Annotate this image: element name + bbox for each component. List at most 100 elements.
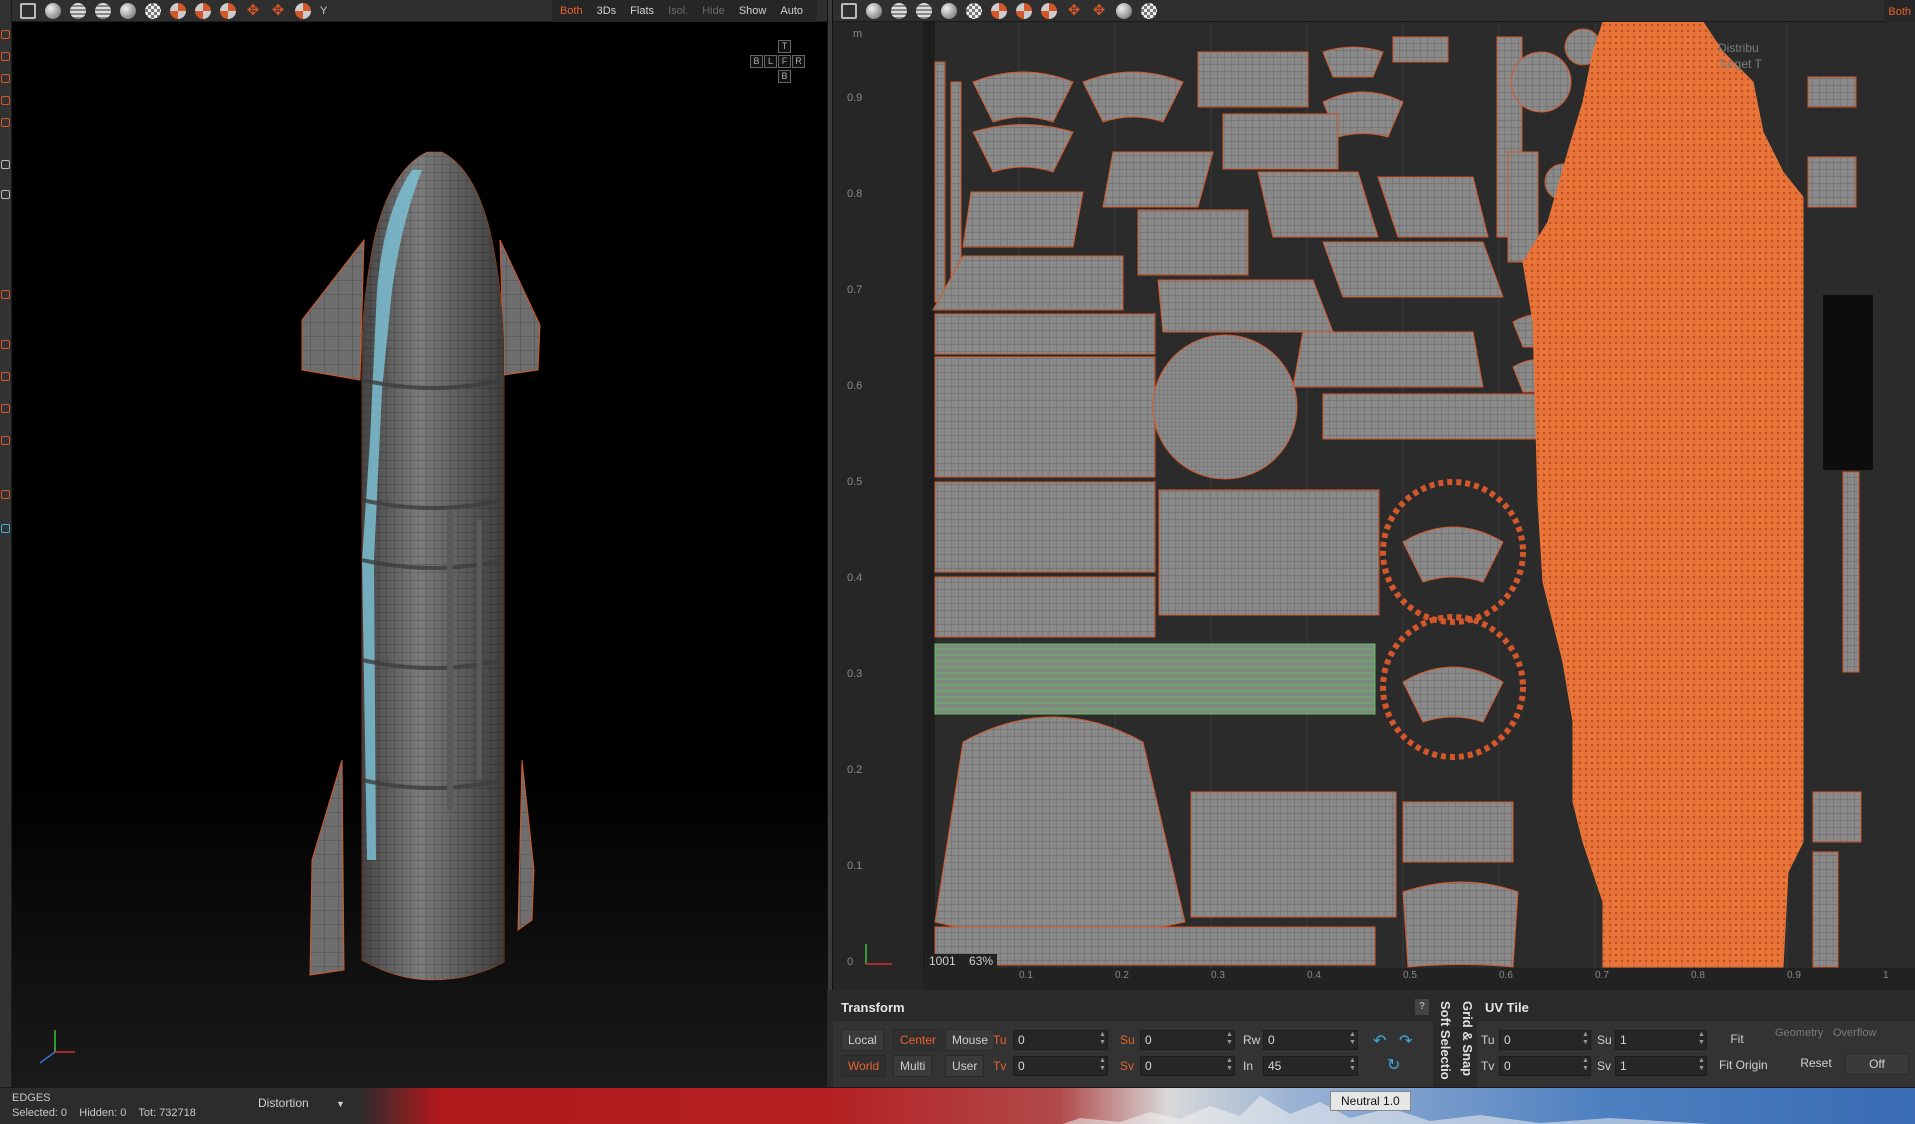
view-front[interactable]: F: [778, 55, 791, 68]
uvtile-tv-spinner[interactable]: ▲ ▼: [1582, 1057, 1590, 1075]
isolate-button[interactable]: Isol.: [668, 5, 688, 17]
frame-icon[interactable]: [20, 2, 36, 19]
move-icon[interactable]: ✥: [1066, 2, 1082, 19]
sv-field[interactable]: 0: [1140, 1056, 1235, 1076]
in-spinner[interactable]: ▲ ▼: [1349, 1057, 1357, 1075]
both-toggle[interactable]: Both: [1888, 6, 1911, 18]
auto-button[interactable]: Auto: [780, 5, 803, 17]
uvtile-tv-field[interactable]: 0: [1499, 1056, 1591, 1076]
tool-icon[interactable]: [1, 118, 10, 127]
viewport-uv[interactable]: ✥ ✥ Both m 0.9 0.8 0.7 0.6 0.5 0.4 0.3 0…: [833, 0, 1915, 990]
tool-icon[interactable]: [1, 96, 10, 105]
distortion-gradient[interactable]: ·: [360, 1088, 1915, 1124]
wireframe-sphere-icon[interactable]: [891, 2, 907, 19]
grid-sphere-icon[interactable]: [916, 2, 932, 19]
pivot-icon[interactable]: ✥: [270, 2, 286, 19]
uvtile-su-spinner[interactable]: ▲ ▼: [1698, 1031, 1706, 1049]
multi-button[interactable]: Multi: [893, 1055, 933, 1077]
rotate-ccw-icon[interactable]: ↶: [1373, 1031, 1386, 1051]
tool-icon[interactable]: [1, 524, 10, 533]
local-button[interactable]: Local: [841, 1029, 884, 1051]
pivot-icon[interactable]: ✥: [1091, 2, 1107, 19]
neutral-marker[interactable]: Neutral 1.0: [1330, 1091, 1411, 1111]
in-field[interactable]: 45: [1263, 1056, 1358, 1076]
distortion-sphere-icon[interactable]: [220, 2, 236, 19]
tool-icon[interactable]: [1, 436, 10, 445]
symmetry-icon[interactable]: [295, 2, 311, 19]
shaded-sphere-icon[interactable]: [45, 2, 61, 19]
uvtile-su-field[interactable]: 1: [1615, 1030, 1707, 1050]
view-top[interactable]: T: [778, 40, 791, 53]
tool-icon[interactable]: [1, 490, 10, 499]
rotate-snap-icon[interactable]: ↻: [1387, 1055, 1400, 1075]
view-cube[interactable]: T B L F R B: [749, 40, 819, 90]
flats-toggle[interactable]: Flats: [630, 5, 654, 17]
move-icon[interactable]: ✥: [245, 2, 261, 19]
su-spinner[interactable]: ▲ ▼: [1226, 1031, 1234, 1049]
reset-button[interactable]: Reset: [1792, 1053, 1840, 1075]
tool-icon[interactable]: [1, 52, 10, 61]
center-button[interactable]: Center: [893, 1029, 944, 1051]
overflow-dropdown[interactable]: Off: [1845, 1053, 1909, 1075]
axis-dropdown[interactable]: Y: [320, 5, 327, 17]
tu-spinner[interactable]: ▲ ▼: [1099, 1031, 1107, 1049]
uvtile-sv-field[interactable]: 1: [1615, 1056, 1707, 1076]
tab-soft-selection[interactable]: Soft Selectio: [1433, 1001, 1453, 1085]
uvtile-su-label: Su: [1597, 1033, 1612, 1047]
sv-spinner[interactable]: ▲ ▼: [1226, 1057, 1234, 1075]
lit-sphere-icon[interactable]: [941, 2, 957, 19]
user-button[interactable]: User: [945, 1055, 985, 1077]
view-left[interactable]: L: [764, 55, 777, 68]
fit-button[interactable]: Fit: [1715, 1029, 1759, 1051]
view-bottom[interactable]: B: [778, 70, 791, 83]
grid-sphere-icon[interactable]: [95, 2, 111, 19]
viewport-3d[interactable]: ✥ ✥ Y Both 3Ds Flats Isol. Hide Show Aut…: [12, 0, 827, 1087]
tile-grid-icon[interactable]: [1141, 2, 1157, 19]
rocket-mesh[interactable]: [282, 140, 582, 1010]
view-back[interactable]: B: [750, 55, 763, 68]
world-button[interactable]: World: [841, 1055, 887, 1077]
uvtile-tu-field[interactable]: 0: [1499, 1030, 1591, 1050]
checker-icon[interactable]: [145, 2, 161, 19]
uv-islands[interactable]: [923, 22, 1915, 968]
tv-field[interactable]: 0: [1013, 1056, 1108, 1076]
fit-origin-button[interactable]: Fit Origin: [1713, 1055, 1789, 1077]
uvtile-tu-spinner[interactable]: ▲ ▼: [1582, 1031, 1590, 1049]
tv-spinner[interactable]: ▲ ▼: [1099, 1057, 1107, 1075]
tool-icon[interactable]: [1, 290, 10, 299]
both-toggle[interactable]: Both: [560, 5, 583, 17]
selection-sphere-icon[interactable]: [991, 2, 1007, 19]
tool-icon[interactable]: [1, 160, 10, 169]
uvtile-sv-spinner[interactable]: ▲ ▼: [1698, 1057, 1706, 1075]
seam-sphere-icon[interactable]: [1016, 2, 1032, 19]
wireframe-sphere-icon[interactable]: [70, 2, 86, 19]
tool-icon[interactable]: [1, 74, 10, 83]
tab-grid-snap[interactable]: Grid & Snap: [1455, 1001, 1475, 1085]
lit-sphere-icon[interactable]: [120, 2, 136, 19]
distortion-dropdown[interactable]: Distortion ▼: [258, 1096, 345, 1110]
selection-sphere-icon[interactable]: [170, 2, 186, 19]
rw-field[interactable]: 0: [1263, 1030, 1358, 1050]
shaded-sphere-icon[interactable]: [866, 2, 882, 19]
tool-icon[interactable]: [1, 404, 10, 413]
rotate-cw-icon[interactable]: ↷: [1399, 1031, 1412, 1051]
tu-field[interactable]: 0: [1013, 1030, 1108, 1050]
uv-layout-canvas[interactable]: [923, 22, 1915, 968]
seam-sphere-icon[interactable]: [195, 2, 211, 19]
rw-spinner[interactable]: ▲ ▼: [1349, 1031, 1357, 1049]
su-field[interactable]: 0: [1140, 1030, 1235, 1050]
help-button[interactable]: ?: [1415, 999, 1429, 1015]
tool-icon[interactable]: [1, 190, 10, 199]
tool-icon[interactable]: [1, 30, 10, 39]
frame-icon[interactable]: [841, 2, 857, 19]
tool-icon[interactable]: [1, 340, 10, 349]
texture-icon[interactable]: [1116, 2, 1132, 19]
3ds-toggle[interactable]: 3Ds: [597, 5, 617, 17]
tool-icon[interactable]: [1, 372, 10, 381]
hide-button[interactable]: Hide: [702, 5, 725, 17]
distortion-sphere-icon[interactable]: [1041, 2, 1057, 19]
checker-icon[interactable]: [966, 2, 982, 19]
view-right[interactable]: R: [792, 55, 805, 68]
show-button[interactable]: Show: [739, 5, 767, 17]
mouse-button[interactable]: Mouse: [945, 1029, 996, 1051]
